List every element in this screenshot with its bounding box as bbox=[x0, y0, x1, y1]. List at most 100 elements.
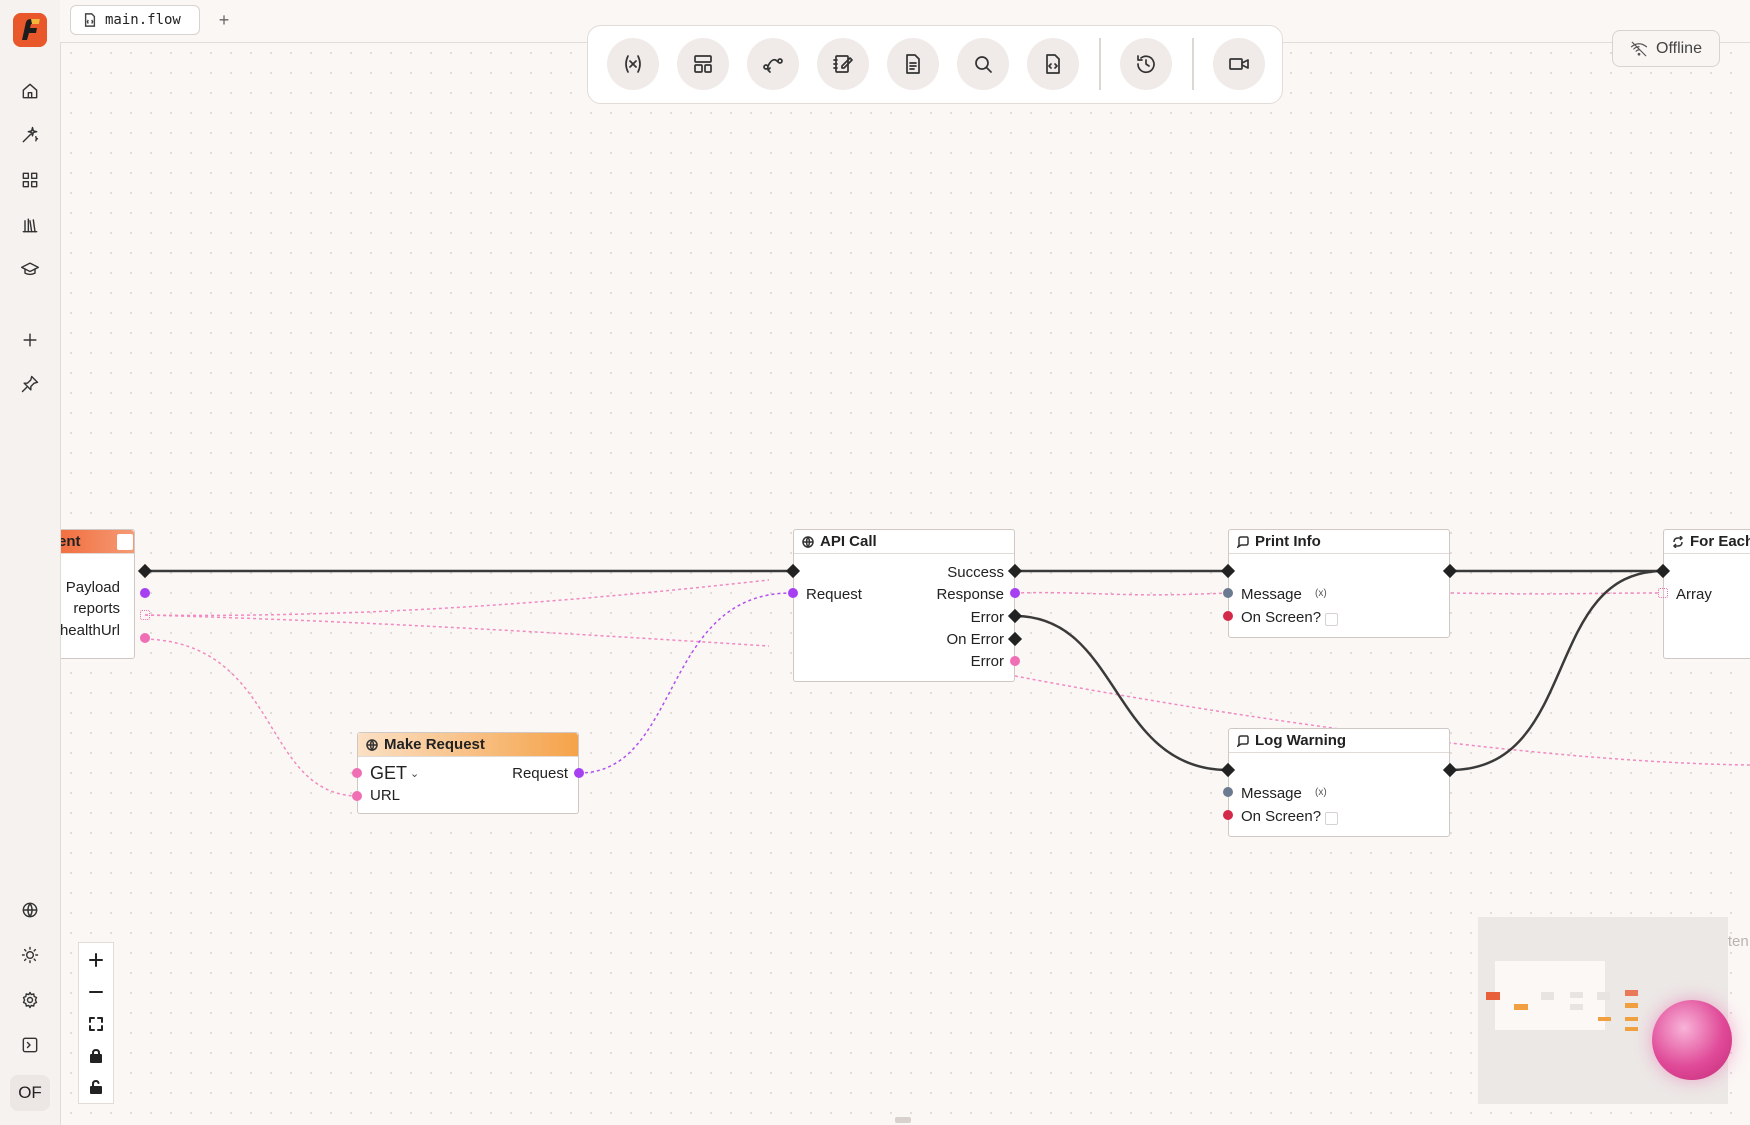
offline-status-button[interactable]: Offline bbox=[1612, 30, 1720, 67]
zoom-out-button[interactable] bbox=[82, 978, 110, 1006]
pin-label-healthurl: healthUrl bbox=[61, 622, 120, 639]
pin-label-request: Request bbox=[806, 586, 862, 603]
loop-icon bbox=[1672, 535, 1684, 548]
log-warning-node-header[interactable]: Log Warning bbox=[1229, 729, 1449, 753]
api-call-title: API Call bbox=[820, 533, 877, 550]
sun-icon[interactable] bbox=[15, 940, 45, 970]
lock-button[interactable] bbox=[82, 1042, 110, 1070]
history-icon bbox=[1137, 55, 1155, 74]
code-file-button[interactable] bbox=[1027, 38, 1079, 90]
make-request-node[interactable]: Make Request GET ⌄ URL Request bbox=[357, 732, 579, 814]
healthurl-pin[interactable] bbox=[140, 633, 150, 643]
minimap-node bbox=[1486, 992, 1500, 1000]
toolbar-divider bbox=[1099, 38, 1101, 90]
wire-array-in bbox=[1450, 592, 1662, 595]
make-request-url-pin[interactable] bbox=[352, 791, 362, 801]
log-message-pin[interactable] bbox=[1223, 787, 1233, 797]
api-response-pin[interactable] bbox=[1010, 588, 1020, 598]
for-each-array-pin[interactable] bbox=[1658, 588, 1668, 598]
make-request-out-pin[interactable] bbox=[574, 768, 584, 778]
for-each-node-header[interactable]: For Each bbox=[1664, 530, 1750, 554]
library-icon[interactable] bbox=[15, 210, 45, 240]
log-warning-title: Log Warning bbox=[1255, 732, 1347, 749]
settings-icon[interactable] bbox=[15, 985, 45, 1015]
globe-icon[interactable] bbox=[15, 895, 45, 925]
for-each-title: For Each bbox=[1690, 533, 1750, 550]
plus-icon[interactable] bbox=[15, 325, 45, 355]
minimap-node bbox=[1570, 992, 1583, 998]
print-on-screen-pin[interactable] bbox=[1223, 611, 1233, 621]
api-call-node[interactable]: API Call Request Success Response Error … bbox=[793, 529, 1015, 682]
zoom-controls bbox=[78, 942, 114, 1104]
event-node-title: ent bbox=[61, 533, 81, 550]
search-button[interactable] bbox=[957, 38, 1009, 90]
print-info-title: Print Info bbox=[1255, 533, 1321, 550]
graduation-cap-icon[interactable] bbox=[15, 254, 45, 284]
on-screen-checkbox[interactable] bbox=[1325, 613, 1338, 626]
print-message-pin[interactable] bbox=[1223, 588, 1233, 598]
pin-label-error-exec: Error bbox=[970, 609, 1004, 626]
minimap-node bbox=[1625, 1017, 1638, 1021]
log-warning-node[interactable]: Log Warning Message (x) On Screen? bbox=[1228, 728, 1450, 837]
variable-button[interactable] bbox=[607, 38, 659, 90]
chevron-down-icon[interactable]: ⌄ bbox=[410, 767, 419, 780]
pin-icon[interactable] bbox=[15, 369, 45, 399]
api-error-data-pin[interactable] bbox=[1010, 656, 1020, 666]
event-node[interactable]: ent Payload reports healthUrl bbox=[61, 529, 135, 659]
api-call-node-header[interactable]: API Call bbox=[794, 530, 1014, 554]
lock-icon bbox=[90, 1049, 102, 1063]
offline-label: Offline bbox=[1656, 39, 1702, 57]
wifi-off-icon bbox=[1630, 41, 1648, 56]
log-on-screen-pin[interactable] bbox=[1223, 810, 1233, 820]
zoom-in-button[interactable] bbox=[82, 946, 110, 974]
record-video-button[interactable] bbox=[1213, 38, 1265, 90]
event-node-checkbox[interactable] bbox=[117, 534, 133, 550]
unlock-button[interactable] bbox=[82, 1073, 110, 1101]
assistant-orb-button[interactable] bbox=[1652, 1000, 1732, 1080]
pin-label-message: Message bbox=[1241, 785, 1302, 802]
event-node-header[interactable]: ent bbox=[61, 530, 134, 554]
app-logo[interactable] bbox=[13, 13, 47, 47]
pin-label-array: Array bbox=[1676, 586, 1712, 603]
home-icon[interactable] bbox=[15, 76, 45, 106]
connect-button[interactable] bbox=[747, 38, 799, 90]
sidebar: OF bbox=[0, 0, 61, 1125]
pin-label-on-screen: On Screen? bbox=[1241, 808, 1322, 825]
terminal-icon[interactable] bbox=[15, 1030, 45, 1060]
wire-response-to-message bbox=[1014, 591, 1227, 596]
notes-button[interactable] bbox=[817, 38, 869, 90]
pin-label-on-screen: On Screen? bbox=[1241, 609, 1322, 626]
tab-main-flow[interactable]: main.flow bbox=[70, 5, 200, 35]
sparkle-icon[interactable] bbox=[15, 120, 45, 150]
minimap-node bbox=[1541, 992, 1554, 1000]
on-screen-checkbox[interactable] bbox=[1325, 812, 1338, 825]
minus-icon bbox=[89, 991, 103, 993]
panel-resize-handle[interactable] bbox=[895, 1117, 911, 1123]
canvas-toolbar bbox=[587, 25, 1283, 104]
print-info-node-header[interactable]: Print Info bbox=[1229, 530, 1449, 554]
print-info-node[interactable]: Print Info Message (x) On Screen? bbox=[1228, 529, 1450, 638]
method-select[interactable]: GET bbox=[370, 764, 407, 782]
variable-icon: (x) bbox=[1315, 588, 1327, 599]
search-icon bbox=[975, 56, 992, 73]
make-request-title: Make Request bbox=[384, 736, 485, 753]
for-each-node[interactable]: For Each Array bbox=[1663, 529, 1750, 659]
add-tab-button[interactable]: + bbox=[212, 8, 236, 32]
wire-request-to-api bbox=[578, 592, 792, 774]
pin-label-payload: Payload bbox=[65, 579, 120, 596]
layout-button[interactable] bbox=[677, 38, 729, 90]
make-request-node-header[interactable]: Make Request bbox=[358, 733, 578, 757]
avatar[interactable]: OF bbox=[10, 1075, 50, 1111]
grid-icon[interactable] bbox=[15, 165, 45, 195]
payload-pin[interactable] bbox=[140, 588, 150, 598]
minimap-node bbox=[1625, 1027, 1638, 1031]
wire-reports-to-api-2 bbox=[144, 614, 770, 647]
make-request-method-pin[interactable] bbox=[352, 768, 362, 778]
history-button[interactable] bbox=[1120, 38, 1172, 90]
logo-mark-icon bbox=[13, 13, 47, 47]
fit-view-button[interactable] bbox=[82, 1010, 110, 1038]
pin-label-url: URL bbox=[370, 787, 401, 804]
api-request-pin[interactable] bbox=[788, 588, 798, 598]
document-button[interactable] bbox=[887, 38, 939, 90]
reports-array-pin[interactable] bbox=[140, 610, 150, 620]
